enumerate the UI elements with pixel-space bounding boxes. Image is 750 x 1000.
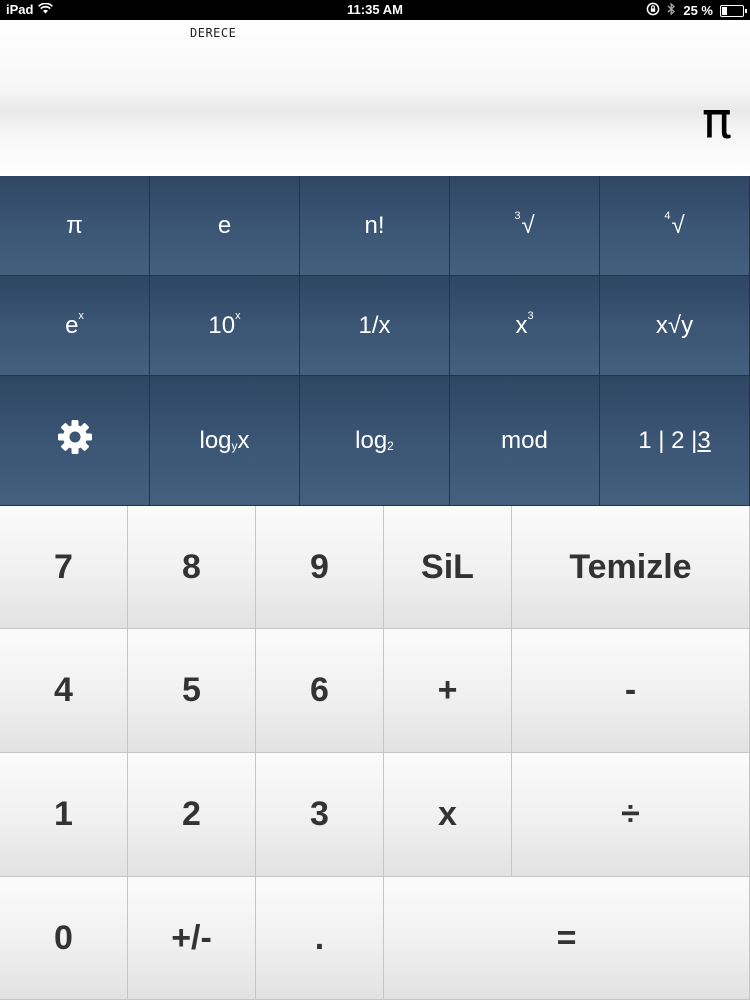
log-base-2-button[interactable]: log 2 [300,376,450,506]
digit-3-button[interactable]: 3 [256,753,384,877]
sign-toggle-button[interactable]: +/- [128,877,256,1000]
digit-9-button[interactable]: 9 [256,506,384,629]
status-time: 11:35 AM [347,2,403,17]
equals-button[interactable]: = [384,877,750,1000]
scientific-keypad: π e n! 3 √ 4 √ ex 10 x 1/x x3 x√y log y … [0,176,750,506]
digit-7-button[interactable]: 7 [0,506,128,629]
settings-button[interactable] [0,376,150,506]
divide-button[interactable]: ÷ [512,753,750,877]
battery-percent: 25 % [683,3,713,18]
digit-5-button[interactable]: 5 [128,629,256,753]
battery-icon [720,4,747,17]
display-value: π [701,92,732,150]
clear-button[interactable]: Temizle [512,506,750,629]
reciprocal-button[interactable]: 1/x [300,276,450,376]
battery-fill [722,6,727,15]
angle-mode-label: DERECE [190,26,237,40]
digit-0-button[interactable]: 0 [0,877,128,1000]
x-root-y-button[interactable]: x√y [600,276,750,376]
orientation-lock-icon [646,2,660,19]
page-indicator-button[interactable]: 1 | 2 | 3 [600,376,750,506]
ten-power-button[interactable]: 10 x [150,276,300,376]
pi-button[interactable]: π [0,176,150,276]
gear-icon [55,417,95,464]
fourth-root-button[interactable]: 4 √ [600,176,750,276]
status-bar: iPad 11:35 AM 25 % [0,0,750,20]
cube-root-button[interactable]: 3 √ [450,176,600,276]
main-keypad: 7 8 9 SiL Temizle 4 5 6 + - 1 2 3 x ÷ 0 … [0,506,750,1000]
mod-button[interactable]: mod [450,376,600,506]
multiply-button[interactable]: x [384,753,512,877]
bluetooth-icon [667,2,676,19]
plus-button[interactable]: + [384,629,512,753]
e-button[interactable]: e [150,176,300,276]
e-power-button[interactable]: ex [0,276,150,376]
digit-4-button[interactable]: 4 [0,629,128,753]
digit-8-button[interactable]: 8 [128,506,256,629]
decimal-button[interactable]: . [256,877,384,1000]
digit-6-button[interactable]: 6 [256,629,384,753]
minus-button[interactable]: - [512,629,750,753]
calculator-display: DERECE π [0,20,750,176]
log-base-y-button[interactable]: log y x [150,376,300,506]
delete-button[interactable]: SiL [384,506,512,629]
digit-2-button[interactable]: 2 [128,753,256,877]
factorial-button[interactable]: n! [300,176,450,276]
digit-1-button[interactable]: 1 [0,753,128,877]
cube-button[interactable]: x3 [450,276,600,376]
